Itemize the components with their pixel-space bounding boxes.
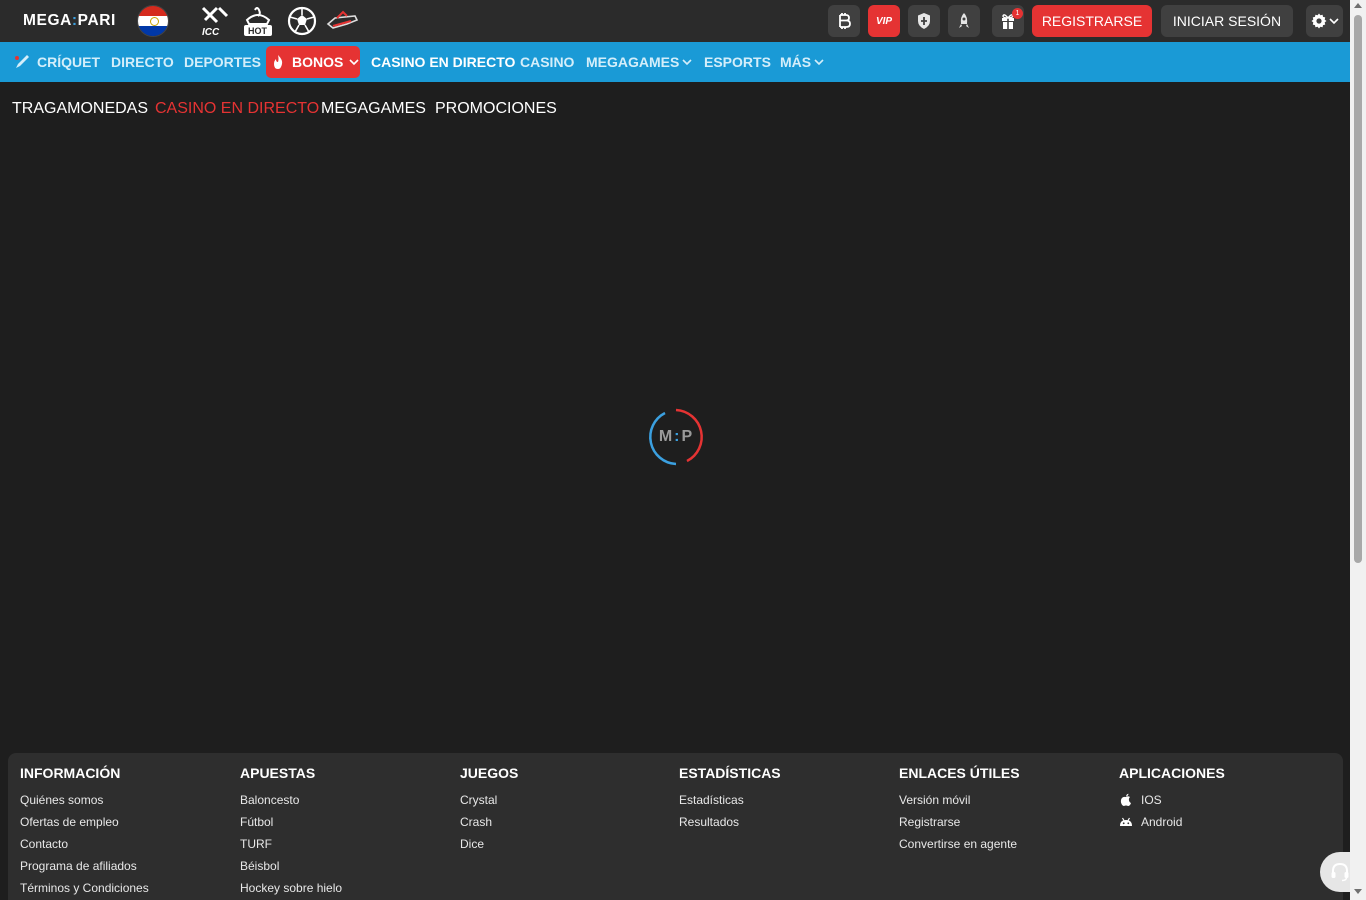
- footer-link[interactable]: Versión móvil: [899, 789, 1020, 811]
- gift-button[interactable]: 1: [992, 5, 1024, 37]
- footer-link[interactable]: TURF: [240, 833, 342, 855]
- footer-link[interactable]: Programa de afiliados: [20, 855, 149, 877]
- footer-column-enlaces-utiles: ENLACES ÚTILES Versión móvil Registrarse…: [899, 765, 1020, 855]
- subnav-promociones[interactable]: PROMOCIONES: [435, 100, 557, 118]
- loader-logo: M:P: [658, 428, 694, 445]
- bitcoin-button[interactable]: [828, 5, 860, 37]
- cricket-bat-icon: [15, 55, 29, 68]
- vip-button[interactable]: VIP: [868, 5, 900, 37]
- chevron-down-icon: [1328, 18, 1339, 25]
- shield-button[interactable]: [908, 5, 940, 37]
- footer-link[interactable]: Términos y Condiciones: [20, 877, 149, 899]
- footer-link[interactable]: Contacto: [20, 833, 149, 855]
- footer-link[interactable]: Baloncesto: [240, 789, 342, 811]
- apple-icon: [1120, 793, 1131, 806]
- scroll-down-arrow-icon[interactable]: [1354, 889, 1362, 894]
- footer-column-apuestas: APUESTAS Baloncesto Fútbol TURF Béisbol …: [240, 765, 342, 899]
- footer-link-android[interactable]: Android: [1119, 811, 1225, 833]
- nav-item-deportes[interactable]: DEPORTES: [184, 42, 261, 82]
- gear-icon: [1311, 13, 1326, 29]
- notification-badge: 1: [1012, 8, 1023, 19]
- headset-icon: [1331, 862, 1349, 882]
- footer-link[interactable]: Estadísticas: [679, 789, 781, 811]
- nav-item-megagames[interactable]: MEGAGAMES: [586, 42, 692, 82]
- svg-text:HOT: HOT: [248, 26, 268, 36]
- footer-column-title: ESTADÍSTICAS: [679, 765, 781, 781]
- footer-column-title: APUESTAS: [240, 765, 316, 781]
- nav-item-label: MÁS: [780, 54, 812, 70]
- nav-item-casino-en-directo[interactable]: CASINO EN DIRECTO: [371, 42, 515, 82]
- nav-item-bonos[interactable]: BONOS: [266, 46, 360, 78]
- megapari-logo[interactable]: MEGA:PARI: [23, 12, 116, 30]
- vip-icon: VIP: [875, 15, 893, 27]
- bitcoin-icon: [839, 13, 851, 29]
- footer-column-title: INFORMACIÓN: [20, 765, 121, 781]
- footer-link[interactable]: Fútbol: [240, 811, 342, 833]
- footer-column-estadisticas: ESTADÍSTICAS Estadísticas Resultados: [679, 765, 781, 833]
- fire-icon: [274, 55, 283, 69]
- settings-button[interactable]: [1306, 5, 1343, 37]
- footer-link[interactable]: Convertirse en agente: [899, 833, 1020, 855]
- footer-link-ios[interactable]: IOS: [1119, 789, 1225, 811]
- nav-item-cricket[interactable]: CRÍQUET: [13, 42, 100, 82]
- aviator-icon[interactable]: [325, 4, 359, 38]
- footer-link[interactable]: Béisbol: [240, 855, 342, 877]
- footer-column-juegos: JUEGOS Crystal Crash Dice: [460, 765, 518, 855]
- nav-item-esports[interactable]: ESPORTS: [704, 42, 771, 82]
- scrollbar-thumb[interactable]: [1354, 15, 1362, 563]
- nav-item-casino[interactable]: CASINO: [520, 42, 574, 82]
- icc-icon[interactable]: ICC: [197, 4, 231, 38]
- nav-item-label: BONOS: [292, 54, 344, 70]
- nav-item-mas[interactable]: MÁS: [780, 42, 824, 82]
- footer: INFORMACIÓN Quiénes somos Ofertas de emp…: [8, 753, 1343, 900]
- footer-link[interactable]: Hockey sobre hielo: [240, 877, 342, 899]
- subnav-megagames[interactable]: MEGAGAMES: [321, 100, 426, 118]
- footer-column-title: JUEGOS: [460, 765, 519, 781]
- shield-icon: [918, 13, 930, 29]
- footer-column-informacion: INFORMACIÓN Quiénes somos Ofertas de emp…: [20, 765, 149, 899]
- subnav-casino-en-directo[interactable]: CASINO EN DIRECTO: [155, 100, 319, 118]
- chevron-down-icon: [682, 59, 692, 66]
- register-button[interactable]: REGISTRARSE: [1032, 5, 1152, 37]
- top-header: MEGA:PARI ICC HOT VIP 1 REGISTRARSE INIC…: [0, 0, 1350, 42]
- nav-item-directo[interactable]: DIRECTO: [111, 42, 174, 82]
- football-icon[interactable]: [285, 4, 319, 38]
- android-icon: [1120, 817, 1132, 826]
- footer-column-title: APLICACIONES: [1119, 765, 1225, 781]
- footer-column-aplicaciones: APLICACIONES IOS Android: [1119, 765, 1225, 833]
- rocket-icon: [959, 13, 969, 28]
- footer-link[interactable]: Resultados: [679, 811, 781, 833]
- footer-link[interactable]: Registrarse: [899, 811, 1020, 833]
- main-nav: CRÍQUET DIRECTO DEPORTES BONOS CASINO EN…: [0, 42, 1350, 82]
- chevron-down-icon: [814, 59, 824, 66]
- footer-link[interactable]: Dice: [460, 833, 518, 855]
- page-scrollbar[interactable]: [1350, 0, 1366, 900]
- nav-item-label: MEGAGAMES: [586, 54, 680, 70]
- chevron-down-icon: [349, 59, 359, 66]
- login-button[interactable]: INICIAR SESIÓN: [1161, 5, 1293, 37]
- footer-link[interactable]: Ofertas de empleo: [20, 811, 149, 833]
- scroll-up-arrow-icon[interactable]: [1354, 3, 1362, 8]
- loading-spinner: M:P: [647, 408, 705, 466]
- hot-icon[interactable]: HOT: [241, 4, 275, 38]
- footer-column-title: ENLACES ÚTILES: [899, 765, 1020, 781]
- nav-item-label: CRÍQUET: [37, 54, 100, 70]
- svg-text:ICC: ICC: [202, 27, 220, 38]
- footer-link[interactable]: Crystal: [460, 789, 518, 811]
- subnav-tragamonedas[interactable]: TRAGAMONEDAS: [12, 100, 148, 118]
- footer-link[interactable]: Quiénes somos: [20, 789, 149, 811]
- footer-link[interactable]: Crash: [460, 811, 518, 833]
- rocket-button[interactable]: [948, 5, 980, 37]
- paraguay-flag-icon[interactable]: [137, 5, 169, 37]
